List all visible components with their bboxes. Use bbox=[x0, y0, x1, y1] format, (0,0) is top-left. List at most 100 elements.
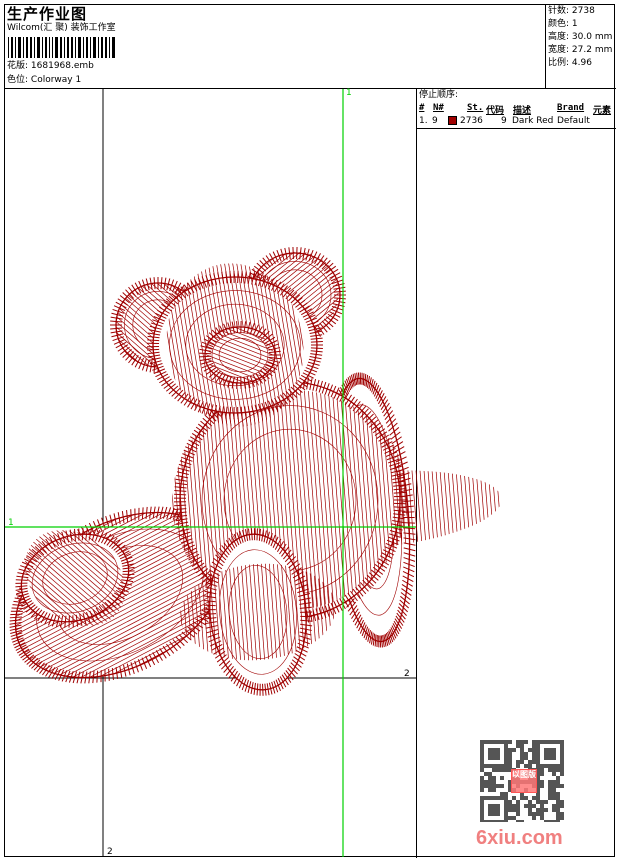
qr-module bbox=[492, 780, 496, 784]
qr-module bbox=[496, 808, 500, 812]
qr-module bbox=[528, 804, 532, 808]
qr-module bbox=[512, 816, 516, 820]
fill-stitch bbox=[474, 460, 499, 560]
fill-stitch bbox=[415, 460, 439, 560]
qr-module bbox=[504, 820, 508, 822]
qr-module bbox=[480, 740, 484, 744]
qr-module bbox=[544, 800, 548, 804]
qr-module bbox=[484, 772, 488, 776]
qr-module bbox=[548, 792, 552, 796]
qr-module bbox=[500, 792, 504, 796]
qr-module bbox=[516, 808, 520, 812]
fill-stitch bbox=[486, 460, 505, 560]
qr-module bbox=[560, 748, 564, 752]
qr-module bbox=[480, 812, 484, 816]
qr-module bbox=[488, 756, 492, 760]
qr-module bbox=[540, 784, 544, 788]
qr-module bbox=[556, 776, 560, 780]
qr-module bbox=[480, 800, 484, 804]
qr-module bbox=[552, 772, 556, 776]
qr-module bbox=[480, 756, 484, 760]
qr-module bbox=[556, 820, 560, 822]
qr-module bbox=[540, 800, 544, 804]
fill-stitch bbox=[498, 460, 505, 560]
fill-stitch bbox=[427, 460, 451, 560]
qr-module bbox=[532, 740, 536, 744]
qr-module bbox=[560, 768, 564, 772]
qr-module bbox=[556, 804, 560, 808]
qr-module bbox=[504, 800, 508, 804]
qr-module bbox=[548, 780, 552, 784]
qr-module bbox=[524, 740, 528, 744]
qr-module bbox=[556, 800, 560, 804]
qr-module bbox=[516, 740, 520, 744]
qr-module bbox=[516, 820, 520, 822]
qr-module bbox=[492, 752, 496, 756]
qr-module bbox=[492, 804, 496, 808]
qr-module bbox=[504, 764, 508, 768]
qr-module bbox=[536, 764, 540, 768]
qr-module bbox=[536, 808, 540, 812]
qr-module bbox=[492, 768, 496, 772]
qr-module bbox=[512, 796, 516, 800]
qr-module bbox=[552, 820, 556, 822]
qr-module bbox=[496, 820, 500, 822]
qr-module bbox=[548, 820, 552, 822]
fill-stitch bbox=[454, 460, 479, 560]
fill-stitch bbox=[466, 460, 491, 560]
qr-module bbox=[488, 764, 492, 768]
qr-module bbox=[484, 784, 488, 788]
qr-module bbox=[504, 768, 508, 772]
qr-module bbox=[516, 760, 520, 764]
qr-module bbox=[492, 756, 496, 760]
fill-stitch bbox=[462, 460, 487, 560]
qr-module bbox=[556, 792, 560, 796]
qr-module bbox=[480, 796, 484, 800]
fill-stitch bbox=[446, 460, 471, 560]
satin-stitch bbox=[174, 493, 187, 496]
qr-module bbox=[552, 804, 556, 808]
satin-stitch bbox=[174, 504, 187, 507]
qr-module bbox=[504, 756, 508, 760]
qr-module bbox=[552, 796, 556, 800]
qr-module bbox=[560, 744, 564, 748]
qr-module bbox=[520, 796, 524, 800]
qr-module bbox=[552, 748, 556, 752]
qr-module bbox=[516, 764, 520, 768]
qr-module bbox=[500, 764, 504, 768]
fill-stitch bbox=[411, 460, 435, 560]
qr-module bbox=[556, 768, 560, 772]
qr-module bbox=[556, 816, 560, 820]
qr-module bbox=[504, 812, 508, 816]
qr-module bbox=[504, 744, 508, 748]
qr-module bbox=[496, 752, 500, 756]
qr-module bbox=[508, 804, 512, 808]
qr-module bbox=[496, 764, 500, 768]
qr-module bbox=[528, 808, 532, 812]
qr-module bbox=[532, 752, 536, 756]
qr-module bbox=[520, 748, 524, 752]
qr-module bbox=[532, 744, 536, 748]
guide-label-black-vertical: 2 bbox=[107, 847, 113, 857]
qr-module bbox=[504, 808, 508, 812]
qr-module bbox=[516, 812, 520, 816]
qr-module bbox=[508, 760, 512, 764]
qr-module bbox=[536, 796, 540, 800]
qr-module bbox=[480, 816, 484, 820]
qr-module bbox=[520, 744, 524, 748]
qr-module bbox=[552, 740, 556, 744]
qr-module bbox=[520, 740, 524, 744]
fill-stitch bbox=[419, 460, 443, 560]
qr-module bbox=[492, 820, 496, 822]
qr-module bbox=[508, 748, 512, 752]
qr-module bbox=[556, 796, 560, 800]
qr-module bbox=[492, 748, 496, 752]
qr-module bbox=[508, 808, 512, 812]
qr-module bbox=[532, 812, 536, 816]
qr-module bbox=[512, 748, 516, 752]
qr-module bbox=[516, 744, 520, 748]
qr-module bbox=[496, 784, 500, 788]
qr-module bbox=[488, 776, 492, 780]
fill-stitch bbox=[450, 460, 475, 560]
qr-module bbox=[504, 792, 508, 796]
